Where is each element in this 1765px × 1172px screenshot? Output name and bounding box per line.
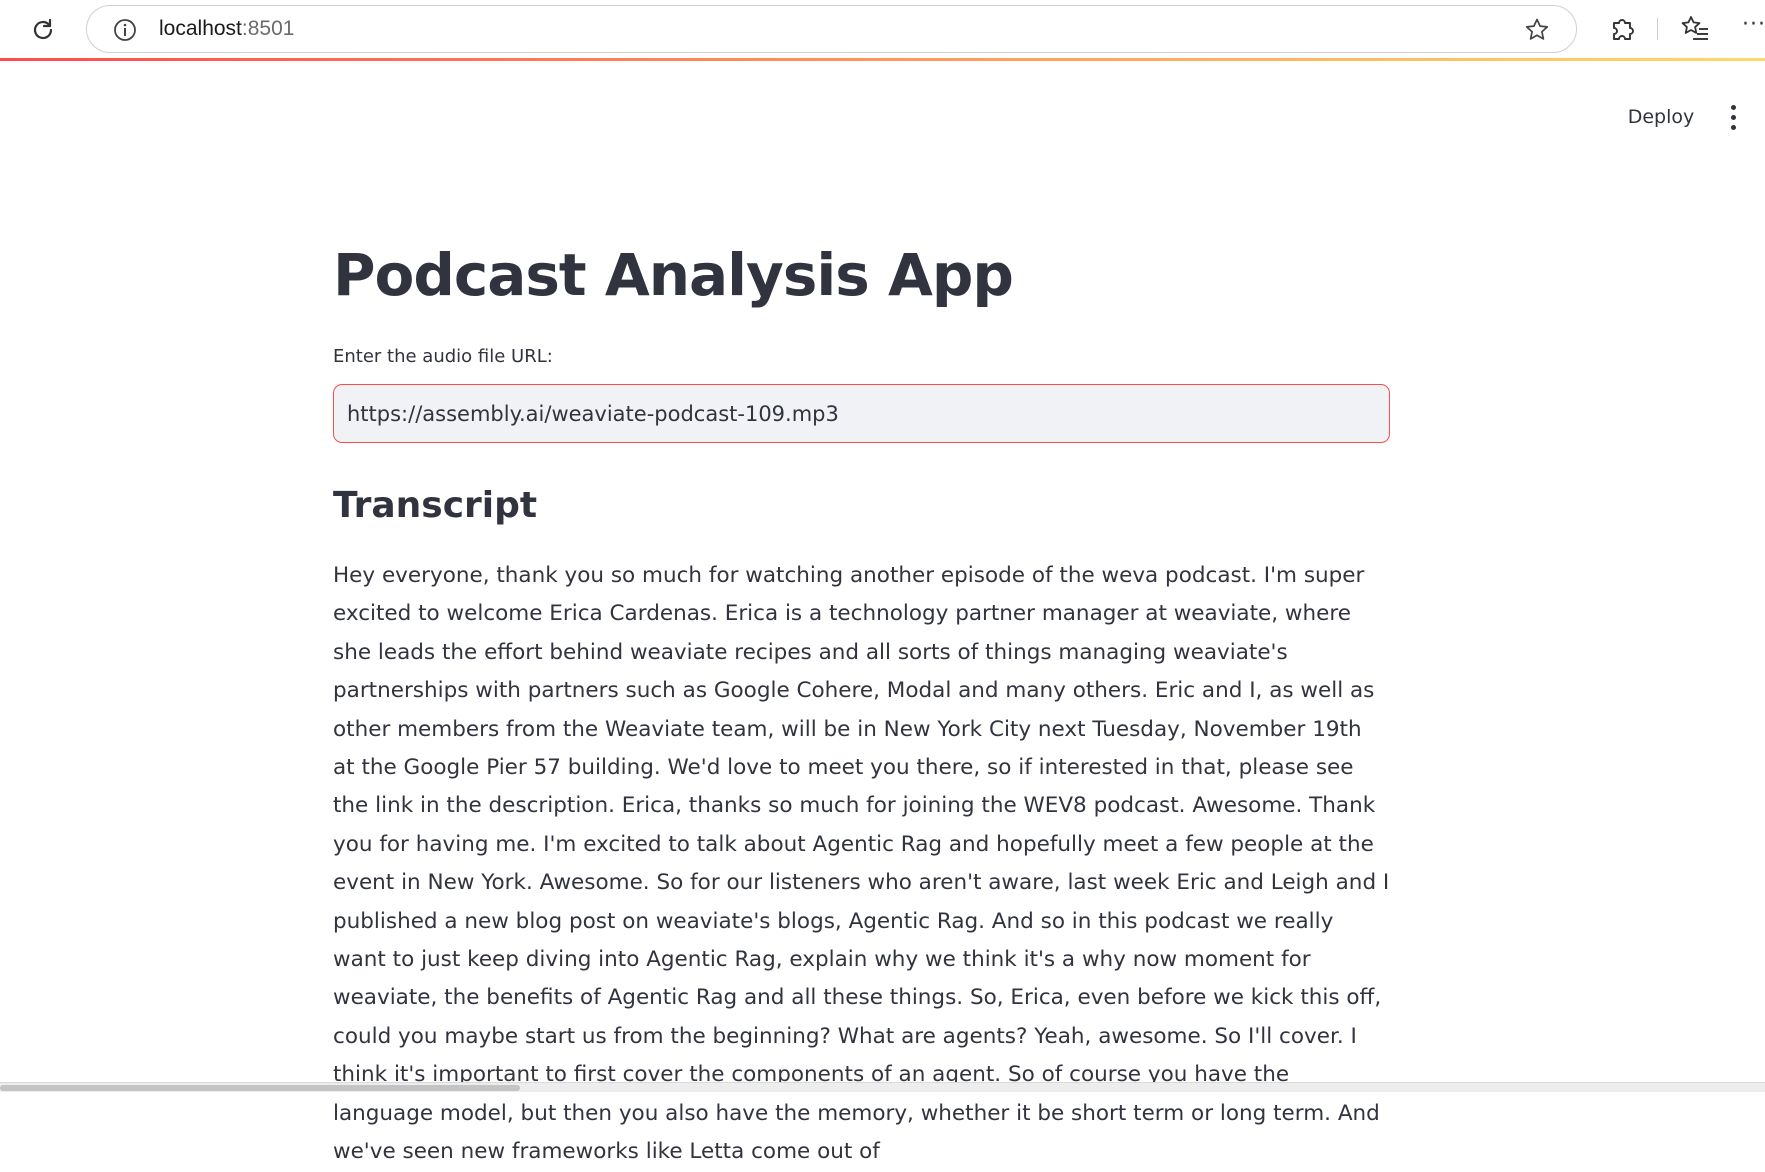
transcript-heading: Transcript: [333, 485, 538, 526]
url-port: :8501: [241, 17, 295, 40]
browser-toolbar: localhost:8501 ···: [0, 0, 1765, 58]
deploy-button[interactable]: Deploy: [1614, 99, 1708, 135]
app-header: Deploy: [0, 61, 1765, 141]
more-icon[interactable]: ···: [1742, 12, 1765, 37]
favorites-icon[interactable]: [1680, 14, 1710, 42]
url-host: localhost: [159, 17, 242, 40]
toolbar-divider: [1657, 18, 1658, 40]
kebab-dot: [1730, 114, 1736, 120]
url-field-label: Enter the audio file URL:: [333, 346, 553, 367]
puzzle-icon[interactable]: [1608, 14, 1636, 42]
star-icon[interactable]: [1524, 17, 1550, 43]
page-title: Podcast Analysis App: [333, 241, 1014, 309]
kebab-dot: [1730, 104, 1736, 110]
main-content: Podcast Analysis App Enter the audio fil…: [333, 230, 1390, 1172]
address-bar[interactable]: localhost:8501: [86, 5, 1577, 53]
kebab-menu-icon[interactable]: [1722, 97, 1744, 137]
audio-url-input[interactable]: [333, 384, 1390, 443]
info-icon[interactable]: [113, 18, 137, 42]
transcript-text: Hey everyone, thank you so much for watc…: [333, 563, 1390, 1165]
scrollbar-thumb[interactable]: [0, 1085, 520, 1091]
kebab-dot: [1730, 124, 1736, 130]
url-text[interactable]: localhost:8501: [159, 17, 294, 41]
reload-icon[interactable]: [26, 13, 60, 47]
horizontal-scrollbar[interactable]: [0, 1082, 1765, 1092]
